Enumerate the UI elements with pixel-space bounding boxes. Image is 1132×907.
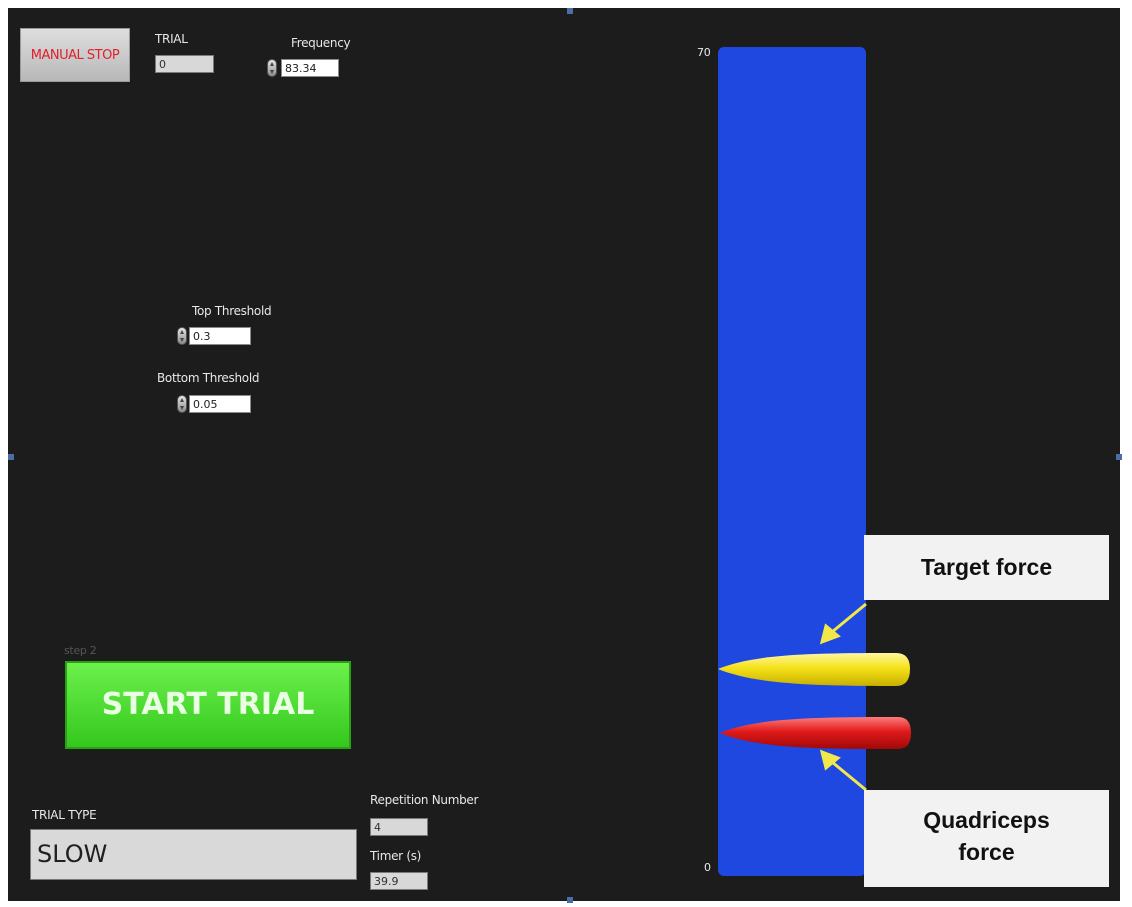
bottom-threshold-label: Bottom Threshold: [157, 371, 260, 385]
scale-max-label: 70: [697, 46, 711, 59]
repetition-number-label: Repetition Number: [370, 793, 479, 807]
start-trial-button[interactable]: START TRIAL: [65, 661, 351, 749]
repetition-number-indicator: 4: [370, 818, 428, 836]
quadriceps-force-callout: Quadriceps force: [864, 790, 1109, 887]
step-label: step 2: [64, 644, 97, 657]
top-threshold-spinner[interactable]: [177, 327, 187, 345]
frequency-label: Frequency: [291, 36, 351, 50]
timer-indicator: 39.9: [370, 872, 428, 890]
top-threshold-input[interactable]: 0.3: [189, 327, 251, 345]
trial-label: TRIAL: [155, 32, 188, 46]
bottom-threshold-spinner[interactable]: [177, 395, 187, 413]
resize-handle-left[interactable]: [8, 454, 14, 460]
resize-handle-bottom[interactable]: [567, 897, 573, 903]
force-gauge-bar: [718, 47, 866, 876]
frequency-spinner[interactable]: [267, 59, 277, 77]
trial-type-label: TRIAL TYPE: [32, 808, 97, 822]
resize-handle-right[interactable]: [1116, 454, 1122, 460]
bottom-threshold-input[interactable]: 0.05: [189, 395, 251, 413]
top-threshold-label: Top Threshold: [192, 304, 272, 318]
trial-indicator: 0: [155, 55, 214, 73]
front-panel: [8, 8, 1120, 901]
resize-handle-top[interactable]: [567, 8, 573, 14]
manual-stop-button[interactable]: MANUAL STOP: [20, 28, 130, 82]
frequency-input[interactable]: 83.34: [281, 59, 339, 77]
scale-min-label: 0: [704, 861, 711, 874]
target-force-callout: Target force: [864, 535, 1109, 600]
trial-type-indicator: SLOW: [30, 829, 357, 880]
timer-label: Timer (s): [370, 849, 422, 863]
